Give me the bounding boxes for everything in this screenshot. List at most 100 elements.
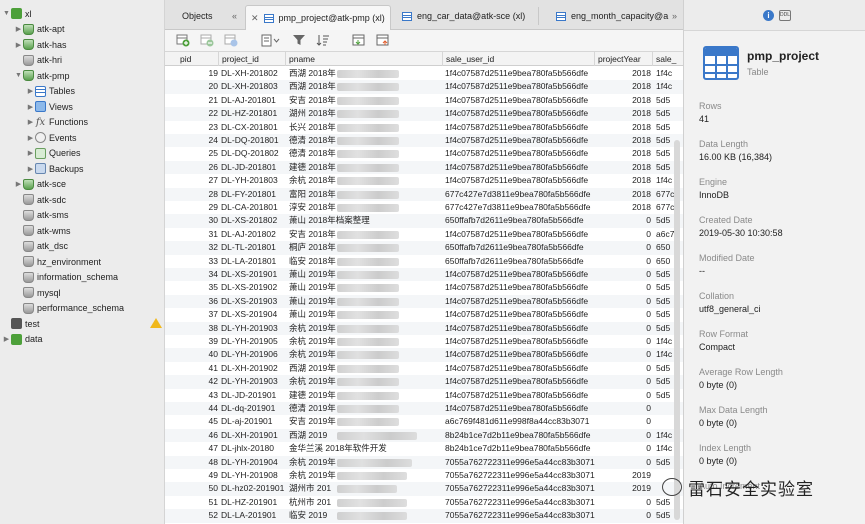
cell-sale-user-id[interactable]: 1f4c07587d2511e9bea780fa5b566dfe bbox=[445, 402, 595, 415]
chevron-right-icon[interactable]: ▶ bbox=[26, 149, 35, 157]
tabs-back-icon[interactable]: « bbox=[232, 5, 237, 27]
refresh-icon[interactable] bbox=[224, 34, 238, 47]
cell-sale-user-id[interactable]: 8b24b1ce7d2b11e9bea780fa5b566dfe bbox=[445, 429, 595, 442]
cell-pid[interactable]: 33 bbox=[177, 255, 218, 268]
cell-sale-user-id[interactable]: 1f4c07587d2511e9bea780fa5b566dfe bbox=[445, 147, 595, 160]
sidebar-item-functions[interactable]: ▶ fx Functions bbox=[26, 115, 88, 130]
sidebar-item-data[interactable]: ▶ data bbox=[2, 332, 43, 347]
sidebar-item-hz-environment[interactable]: hz_environment bbox=[14, 254, 101, 269]
table-row[interactable]: 28 DL-FY-201801 富阳 2018年 677c427e7d3811e9be… bbox=[165, 187, 683, 201]
cell-year[interactable]: 0 bbox=[595, 509, 651, 522]
cell-year[interactable]: 2018 bbox=[595, 121, 651, 134]
cell-year[interactable]: 0 bbox=[595, 322, 651, 335]
cell-year[interactable]: 2018 bbox=[595, 107, 651, 120]
cell-project-id[interactable]: DL-YH-201903 bbox=[221, 322, 287, 335]
cell-sale-user-id[interactable]: 1f4c07587d2511e9bea780fa5b566dfe bbox=[445, 134, 595, 147]
table-row[interactable]: 46 DL-XH-201901 西湖 2019 8b24b1ce7d2b11e9bea… bbox=[165, 428, 683, 443]
cell-sale-user-id[interactable]: 650ffafb7d2611e9bea780fa5b566dfe bbox=[445, 241, 595, 254]
table-row[interactable]: 50 DL-hz02-201901 湖州市 201 7055a762722311e99… bbox=[165, 482, 683, 496]
chevron-right-icon[interactable]: ▶ bbox=[14, 41, 23, 49]
cell-year[interactable]: 0 bbox=[595, 228, 651, 241]
table-row[interactable]: 21 DL-AJ-201801 安吉 2018年 1f4c07587d2511e9be… bbox=[165, 94, 683, 107]
cell-project-id[interactable]: DL-LA-201801 bbox=[221, 255, 287, 268]
cell-year[interactable]: 2018 bbox=[595, 94, 651, 107]
cell-pid[interactable]: 35 bbox=[177, 281, 218, 294]
cell-pid[interactable]: 23 bbox=[177, 121, 218, 134]
cell-pid[interactable]: 36 bbox=[177, 295, 218, 308]
column-header-sale-user-id[interactable]: sale_user_id bbox=[443, 52, 595, 66]
cell-sale[interactable]: 5d5 bbox=[656, 94, 683, 107]
cell-pid[interactable]: 27 bbox=[177, 174, 218, 187]
cell-sale[interactable]: 5d5 bbox=[656, 121, 683, 134]
cell-sale-user-id[interactable]: 7055a762722311e996e5a44cc83b3071 bbox=[445, 482, 595, 495]
cell-pname[interactable]: 金华兰溪 2018年软件开发 bbox=[289, 442, 443, 455]
cell-project-id[interactable]: DL-JD-201901 bbox=[221, 389, 287, 402]
cell-sale-user-id[interactable]: 1f4c07587d2511e9bea780fa5b566dfe bbox=[445, 121, 595, 134]
sidebar-item-atk-has[interactable]: ▶ atk-has bbox=[14, 37, 67, 52]
cell-sale-user-id[interactable]: 8b24b1ce7d2b11e9bea780fa5b566dfe bbox=[445, 442, 595, 455]
table-row[interactable]: 40 DL-YH-201906 余杭 2019年 1f4c07587d2511e9be… bbox=[165, 348, 683, 362]
cell-project-id[interactable]: DL-DQ-201802 bbox=[221, 147, 287, 160]
cell-project-id[interactable]: DL-hz02-201901 bbox=[221, 482, 287, 495]
data-grid[interactable]: pid project_id pname sale_user_id projec… bbox=[165, 52, 683, 524]
table-row[interactable]: 29 DL-CA-201801 淳安 2018年 677c427e7d3811e9be… bbox=[165, 201, 683, 214]
cell-pid[interactable]: 25 bbox=[177, 147, 218, 160]
cell-year[interactable]: 0 bbox=[595, 389, 651, 402]
cell-pid[interactable]: 40 bbox=[177, 348, 218, 361]
cell-sale-user-id[interactable]: 650ffafb7d2611e9bea780fa5b566dfe bbox=[445, 214, 595, 227]
tab-eng-car-data[interactable]: eng_car_data@atk-sce (xl) bbox=[402, 5, 525, 27]
cell-project-id[interactable]: DL-XH-201802 bbox=[221, 67, 287, 80]
table-row[interactable]: 49 DL-YH-201908 余杭 2019年 7055a762722311e996… bbox=[165, 469, 683, 482]
cell-project-id[interactable]: DL-YH-201803 bbox=[221, 174, 287, 187]
cell-pid[interactable]: 24 bbox=[177, 134, 218, 147]
cell-pid[interactable]: 48 bbox=[177, 456, 218, 469]
sidebar-item-events[interactable]: ▶ Events bbox=[26, 130, 77, 145]
ddl-icon[interactable]: DDL bbox=[779, 10, 791, 21]
cell-project-id[interactable]: DL-XH-201901 bbox=[221, 429, 287, 442]
sidebar-item-views[interactable]: ▶ Views bbox=[26, 99, 73, 114]
table-row[interactable]: 27 DL-YH-201803 余杭 2018年 1f4c07587d2511e9be… bbox=[165, 174, 683, 187]
cell-year[interactable]: 2019 bbox=[595, 469, 651, 482]
cell-pid[interactable]: 52 bbox=[177, 509, 218, 522]
cell-pid[interactable]: 20 bbox=[177, 80, 218, 93]
cell-year[interactable]: 0 bbox=[595, 241, 651, 254]
table-row[interactable]: 33 DL-LA-201801 临安 2018年 650ffafb7d2611e9be… bbox=[165, 255, 683, 268]
table-row[interactable]: 48 DL-YH-201904 余杭 2019年 7055a762722311e996… bbox=[165, 455, 683, 469]
cell-year[interactable]: 2018 bbox=[595, 174, 651, 187]
cell-pname[interactable]: 萧山 2018年档案整理 bbox=[289, 214, 443, 227]
sidebar-item-atk-sdc[interactable]: atk-sdc bbox=[14, 192, 66, 207]
cell-sale-user-id[interactable]: 677c427e7d3811e9bea780fa5b566dfe bbox=[445, 201, 595, 214]
table-row[interactable]: 22 DL-HZ-201801 湖州 2018年 1f4c07587d2511e9be… bbox=[165, 107, 683, 121]
cell-pid[interactable]: 44 bbox=[177, 402, 218, 415]
cell-year[interactable]: 0 bbox=[595, 281, 651, 294]
cell-year[interactable]: 2018 bbox=[595, 147, 651, 160]
sidebar-item-backups[interactable]: ▶ Backups bbox=[26, 161, 84, 176]
sort-icon[interactable] bbox=[316, 34, 330, 47]
cell-project-id[interactable]: DL-YH-201908 bbox=[221, 469, 287, 482]
column-header-project-year[interactable]: projectYear bbox=[595, 52, 653, 66]
table-row[interactable]: 43 DL-JD-201901 建德 2019年 1f4c07587d2511e9be… bbox=[165, 389, 683, 402]
cell-project-id[interactable]: DL-XS-201903 bbox=[221, 295, 287, 308]
cell-sale-user-id[interactable]: 1f4c07587d2511e9bea780fa5b566dfe bbox=[445, 228, 595, 241]
chevron-right-icon[interactable]: ▶ bbox=[14, 180, 23, 188]
column-header-pid[interactable]: pid bbox=[177, 52, 219, 66]
cell-year[interactable]: 0 bbox=[595, 415, 651, 428]
cell-project-id[interactable]: DL-CX-201801 bbox=[221, 121, 287, 134]
cell-project-id[interactable]: DL-XH-201803 bbox=[221, 80, 287, 93]
cell-pid[interactable]: 21 bbox=[177, 94, 218, 107]
cell-pid[interactable]: 28 bbox=[177, 188, 218, 201]
cell-project-id[interactable]: DL-aj-201901 bbox=[221, 415, 287, 428]
cell-pid[interactable]: 39 bbox=[177, 335, 218, 348]
table-row[interactable]: 38 DL-YH-201903 余杭 2019年 1f4c07587d2511e9be… bbox=[165, 321, 683, 335]
cell-project-id[interactable]: DL-YH-201905 bbox=[221, 335, 287, 348]
table-row[interactable]: 37 DL-XS-201904 萧山 2019年 1f4c07587d2511e9be… bbox=[165, 308, 683, 321]
cell-project-id[interactable]: DL-FY-201801 bbox=[221, 188, 287, 201]
cell-year[interactable]: 0 bbox=[595, 255, 651, 268]
cell-pid[interactable]: 29 bbox=[177, 201, 218, 214]
cell-pid[interactable]: 41 bbox=[177, 362, 218, 375]
sidebar-item-xl[interactable]: ▼ xl bbox=[2, 6, 32, 21]
cell-year[interactable]: 0 bbox=[595, 442, 651, 455]
column-header-pname[interactable]: pname bbox=[286, 52, 443, 66]
cell-sale-user-id[interactable]: 677c427e7d3811e9bea780fa5b566dfe bbox=[445, 188, 595, 201]
sidebar-item-atk-sms[interactable]: atk-sms bbox=[14, 208, 69, 223]
